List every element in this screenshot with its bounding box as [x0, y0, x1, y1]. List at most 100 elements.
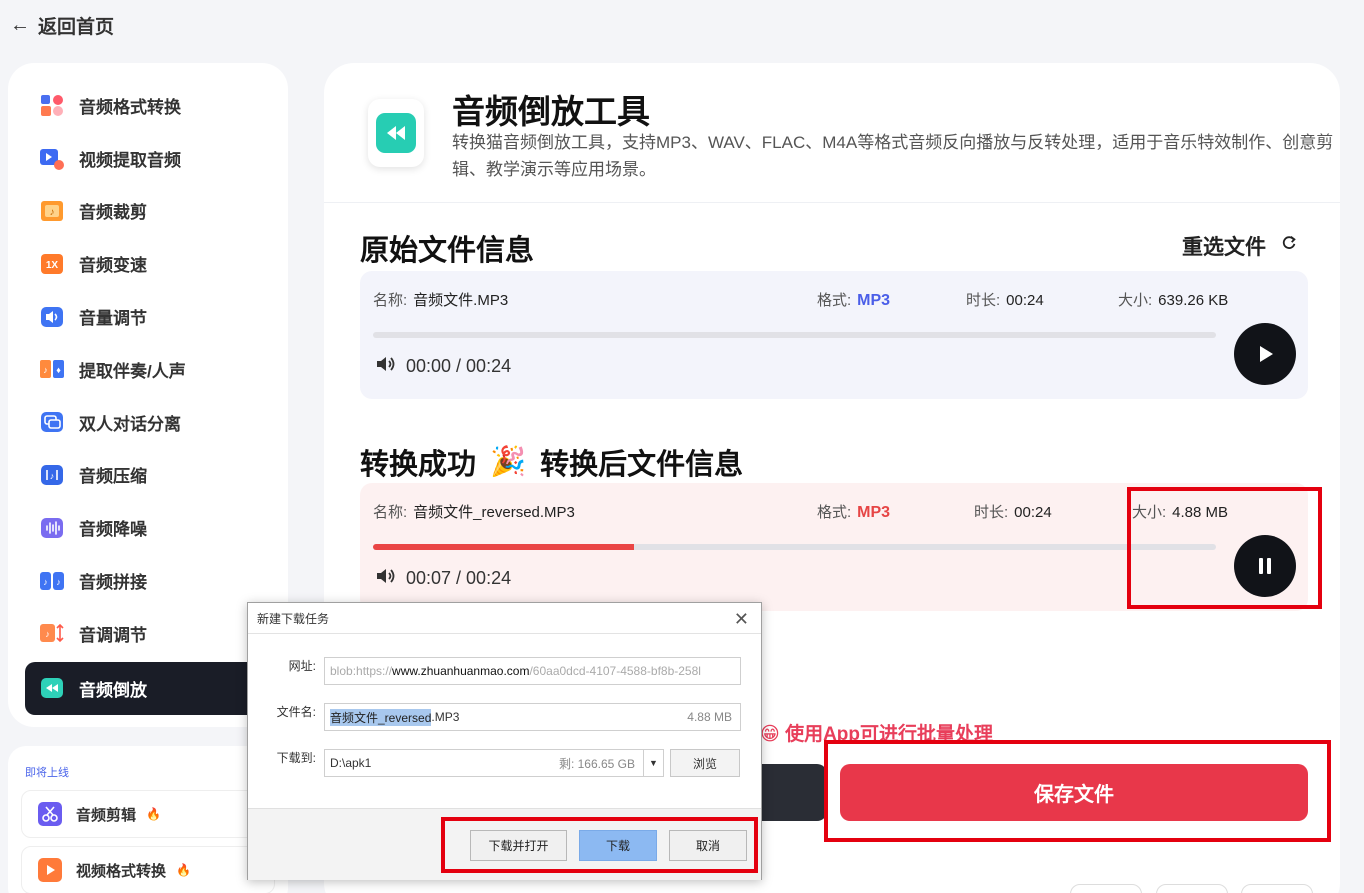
- upcoming-item-label: 音频剪辑: [76, 806, 137, 824]
- audio-format-icon: [39, 92, 65, 118]
- sidebar-item-label: 视频提取音频: [79, 150, 181, 170]
- pitch-icon: ♪: [39, 620, 65, 646]
- sidebar-item-speed[interactable]: 1X 音频变速: [25, 237, 271, 290]
- original-time: 00:00 / 00:24: [374, 353, 511, 380]
- fire-icon: 🔥: [176, 863, 191, 877]
- fire-icon: 🔥: [146, 807, 161, 821]
- original-size: 大小: 639.26 KB: [1118, 292, 1229, 309]
- original-progress-bar[interactable]: [373, 332, 1216, 338]
- video-extract-icon: [39, 145, 65, 171]
- sidebar-item-merge[interactable]: ♪ ♪ 音频拼接: [25, 554, 271, 607]
- saveto-row: 下载到:: [276, 751, 316, 765]
- scissors-icon: [38, 802, 62, 826]
- sidebar-item-label: 音频倒放: [79, 680, 147, 700]
- sidebar-item-label: 音量调节: [79, 309, 147, 329]
- original-name: 名称: 音频文件.MP3: [373, 292, 509, 309]
- svg-text:♪: ♪: [43, 365, 48, 375]
- svg-text:♦: ♦: [56, 365, 61, 375]
- svg-text:♪: ♪: [56, 577, 61, 587]
- dropdown-arrow-icon[interactable]: ▼: [643, 750, 663, 776]
- converted-time: 00:07 / 00:24: [374, 565, 511, 592]
- reselect-label: 重选文件: [1182, 236, 1266, 259]
- upcoming-heading: 即将上线: [25, 767, 69, 779]
- upcoming-item-video-format[interactable]: 视频格式转换 🔥: [21, 846, 275, 893]
- sidebar-item-compress[interactable]: ♪ 音频压缩: [25, 449, 271, 502]
- sidebar: 音频格式转换 视频提取音频 ♪ 音频裁剪 1X 音频变速 音量调节 ♪ ♦ 提取伴…: [8, 63, 288, 727]
- vocal-extract-icon: ♪ ♦: [39, 356, 65, 382]
- sidebar-item-label: 音频拼接: [79, 573, 147, 593]
- upcoming-panel: 即将上线 音频剪辑 🔥 视频格式转换 🔥: [8, 746, 288, 893]
- sidebar-item-label: 音调调节: [79, 625, 147, 645]
- dialog-separate-icon: [39, 409, 65, 435]
- speed-icon: 1X: [39, 251, 65, 277]
- tool-header: 音频倒放工具 转换猫音频倒放工具，支持MP3、WAV、FLAC、M4A等格式音频…: [324, 63, 1340, 203]
- converted-format: 格式: MP3: [817, 504, 891, 521]
- compress-icon: ♪: [39, 462, 65, 488]
- upcoming-item-audio-edit[interactable]: 音频剪辑 🔥: [21, 790, 275, 838]
- svg-text:1X: 1X: [46, 260, 59, 271]
- refresh-icon: [1280, 234, 1298, 258]
- sidebar-item-label: 音频裁剪: [79, 203, 147, 223]
- svg-text:♪: ♪: [43, 577, 48, 587]
- bottom-pill[interactable]: [1241, 884, 1313, 893]
- reverse-icon: [39, 675, 65, 701]
- sidebar-item-volume[interactable]: 音量调节: [25, 290, 271, 343]
- url-field[interactable]: blob:https://www.zhuanhuanmao.com/60aa0d…: [324, 657, 741, 685]
- original-file-card: 名称: 音频文件.MP3 格式: MP3 时长: 00:24 大小: 639.26 KB…: [360, 271, 1308, 399]
- play-icon: [1260, 346, 1273, 362]
- tool-description: 转换猫音频倒放工具，支持MP3、WAV、FLAC、M4A等格式音频反向播放与反转…: [452, 133, 1334, 179]
- close-icon[interactable]: ✕: [734, 609, 749, 630]
- saveto-field[interactable]: D:\apk1 剩: 166.65 GB ▼: [324, 749, 664, 777]
- original-section-title: 原始文件信息: [360, 235, 535, 267]
- svg-text:♪: ♪: [50, 471, 55, 481]
- sidebar-item-label: 音频降噪: [79, 520, 147, 540]
- bottom-pill[interactable]: [1070, 884, 1142, 893]
- denoise-icon: [39, 515, 65, 541]
- page-title: 音频倒放工具: [452, 93, 650, 130]
- merge-icon: ♪ ♪: [39, 568, 65, 594]
- upcoming-item-label: 视频格式转换: [76, 862, 167, 880]
- back-home-link[interactable]: ← 返回首页: [10, 12, 114, 39]
- arrow-left-icon: ←: [10, 14, 30, 36]
- sidebar-item-label: 双人对话分离: [79, 414, 181, 434]
- bottom-pill[interactable]: [1156, 884, 1228, 893]
- sidebar-item-denoise[interactable]: 音频降噪: [25, 501, 271, 554]
- party-popper-icon: 🎉: [490, 446, 527, 478]
- sidebar-item-label: 音频变速: [79, 256, 147, 276]
- converted-progress-bar[interactable]: [373, 544, 1216, 550]
- converted-name: 名称: 音频文件_reversed.MP3: [373, 504, 575, 521]
- sidebar-item-audio-format[interactable]: 音频格式转换: [25, 79, 271, 132]
- dialog-title: 新建下载任务: [248, 603, 761, 634]
- sidebar-item-label: 音频格式转换: [79, 97, 181, 117]
- speaker-icon[interactable]: [374, 565, 396, 592]
- sidebar-item-vocal-extract[interactable]: ♪ ♦ 提取伴奏/人声: [25, 343, 271, 396]
- audio-cut-icon: ♪: [39, 198, 65, 224]
- reverse-tool-icon: [368, 99, 424, 167]
- browse-button[interactable]: 浏览: [670, 749, 740, 777]
- converted-duration: 时长: 00:24: [974, 504, 1052, 521]
- url-row: 网址:: [288, 659, 316, 673]
- sidebar-item-video-extract[interactable]: 视频提取音频: [25, 132, 271, 185]
- svg-text:♪: ♪: [50, 207, 55, 218]
- sidebar-item-dialog-separate[interactable]: 双人对话分离: [25, 396, 271, 449]
- original-duration: 时长: 00:24: [966, 292, 1044, 309]
- back-home-label: 返回首页: [38, 17, 115, 38]
- filename-field[interactable]: 音频文件_reversed .MP3 4.88 MB: [324, 703, 741, 731]
- original-format: 格式: MP3: [817, 292, 891, 309]
- filename-row: 文件名:: [276, 705, 316, 719]
- sidebar-item-pitch[interactable]: ♪ 音调调节: [25, 607, 271, 660]
- sidebar-item-audio-cut[interactable]: ♪ 音频裁剪: [25, 185, 271, 238]
- speaker-icon[interactable]: [374, 353, 396, 380]
- play-button[interactable]: [1234, 323, 1296, 385]
- sidebar-item-reverse[interactable]: 音频倒放: [25, 661, 271, 715]
- svg-text:♪: ♪: [45, 629, 50, 639]
- video-format-icon: [38, 858, 62, 882]
- highlight-box-size: [1127, 487, 1322, 609]
- volume-adjust-icon: [39, 304, 65, 330]
- reselect-file-button[interactable]: 重选文件: [1182, 231, 1298, 261]
- sidebar-item-label: 音频压缩: [79, 467, 147, 487]
- highlight-box-dialog-buttons: [441, 817, 758, 873]
- highlight-box-save: [824, 740, 1331, 842]
- conversion-success-title: 转换成功 🎉 转换后文件信息: [360, 446, 744, 481]
- sidebar-item-label: 提取伴奏/人声: [79, 361, 186, 381]
